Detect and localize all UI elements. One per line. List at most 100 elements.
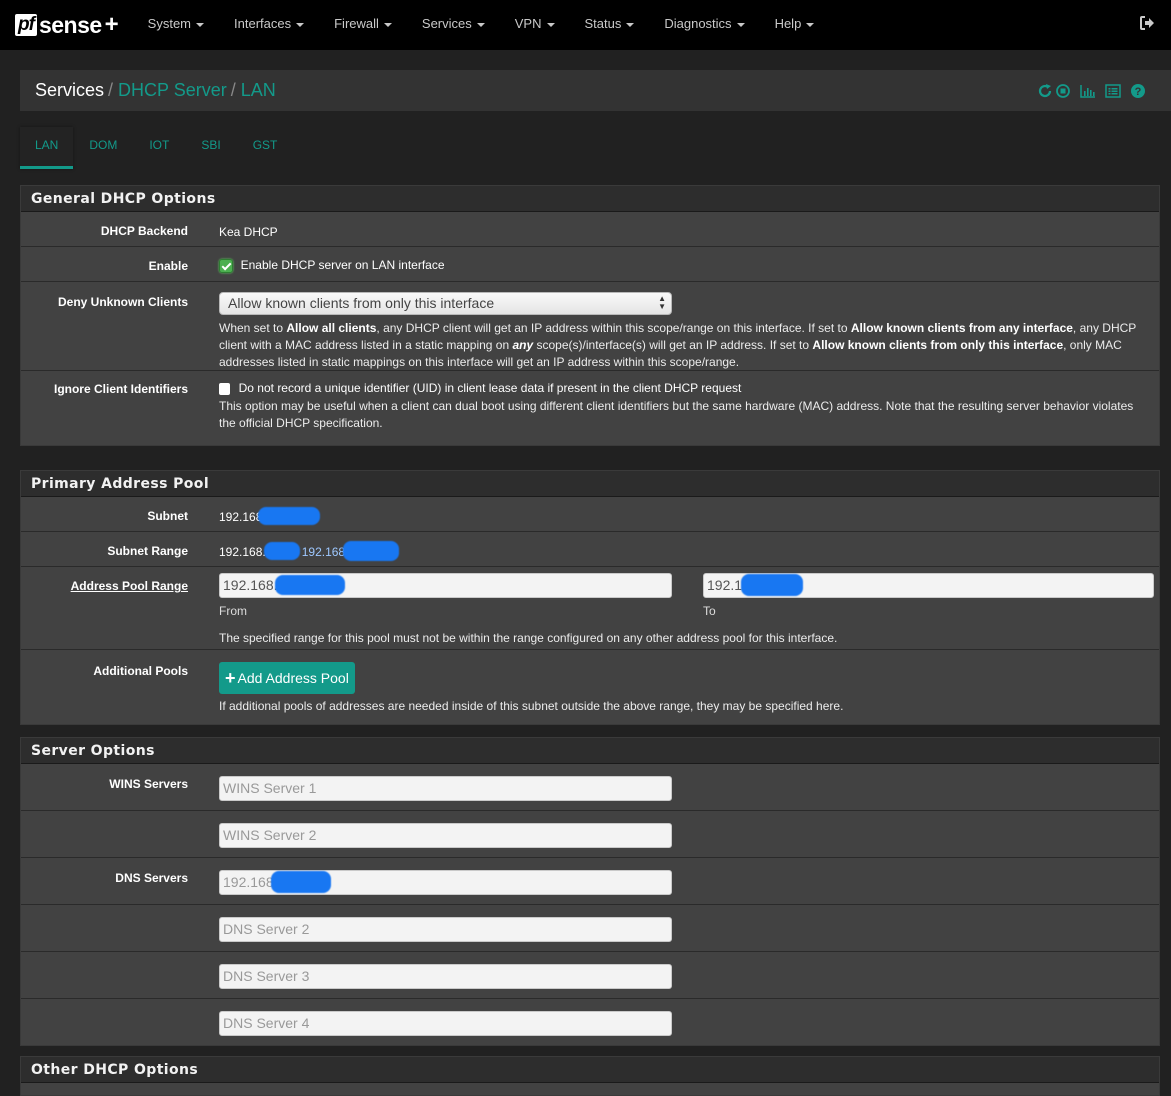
ignore-help-text: This option may be useful when a client … xyxy=(219,399,1134,430)
other-dhcp-options-panel: Other DHCP Options xyxy=(20,1056,1160,1096)
wins-server-2-row: WINS Server 2 xyxy=(21,811,1159,858)
dhcp-backend-row: DHCP Backend Kea DHCP xyxy=(21,212,1159,247)
panel-title: Server Options xyxy=(21,738,1159,764)
ignore-checkbox-label: Do not record a unique identifier (UID) … xyxy=(238,381,742,395)
caret-down-icon xyxy=(546,22,555,27)
button-label: Add Address Pool xyxy=(237,670,349,686)
menu-label: System xyxy=(147,16,192,31)
menu-diagnostics[interactable]: Diagnostics xyxy=(649,0,759,50)
menu-vpn[interactable]: VPN xyxy=(500,0,570,50)
ignore-client-identifiers-row: Ignore Client Identifiers Do not record … xyxy=(21,371,1159,445)
field-label: Subnet xyxy=(147,509,188,523)
caret-down-icon xyxy=(626,22,635,27)
restart-icon[interactable] xyxy=(1037,83,1053,99)
menu-services[interactable]: Services xyxy=(407,0,500,50)
caret-down-icon xyxy=(383,22,392,27)
menu-interfaces[interactable]: Interfaces xyxy=(219,0,319,50)
deny-unknown-clients-select[interactable]: Allow known clients from only this inter… xyxy=(219,292,672,315)
logo-pf: pf xyxy=(15,14,37,36)
to-label: To xyxy=(703,604,716,618)
field-label: WINS Servers xyxy=(109,777,188,791)
logo-plus: + xyxy=(104,11,119,38)
field-label: Enable xyxy=(148,259,188,273)
address-pool-range-row: Address Pool Range 192.168. From 192.168… xyxy=(21,567,1159,650)
breadcrumb: Services / DHCP Server / LAN xyxy=(35,80,276,101)
select-arrows-icon: ▲ ▼ xyxy=(658,294,666,311)
tab-sbi[interactable]: SBI xyxy=(185,127,236,169)
menu-status[interactable]: Status xyxy=(570,0,650,50)
menu-firewall[interactable]: Firewall xyxy=(319,0,407,50)
redaction-mark xyxy=(258,506,321,525)
log-icon[interactable] xyxy=(1105,83,1121,99)
deny-unknown-clients-row: Deny Unknown Clients Allow known clients… xyxy=(21,282,1159,371)
breadcrumb-lan[interactable]: LAN xyxy=(241,80,276,100)
enable-checkbox-label: Enable DHCP server on LAN interface xyxy=(240,258,445,272)
redaction-mark xyxy=(343,540,400,561)
panel-title: Primary Address Pool xyxy=(21,471,1159,497)
caret-down-icon xyxy=(196,22,205,27)
subnet-value: 192.168 xyxy=(219,510,263,524)
subnet-row: Subnet 192.168 xyxy=(21,497,1159,532)
help-icon[interactable]: ? xyxy=(1130,83,1146,99)
field-label: DNS Servers xyxy=(115,871,188,885)
redaction-mark xyxy=(275,575,345,595)
redaction-mark xyxy=(741,574,803,596)
menu-system[interactable]: System xyxy=(133,0,219,50)
add-address-pool-button[interactable]: + Add Address Pool xyxy=(219,662,355,694)
dns-server-4-row: DNS Server 4 xyxy=(21,999,1159,1045)
breadcrumb-services: Services xyxy=(35,80,105,100)
menu-help[interactable]: Help xyxy=(760,0,830,50)
service-action-icons: ? xyxy=(1030,83,1146,99)
enable-row: Enable Enable DHCP server on LAN interfa… xyxy=(21,247,1159,282)
address-pool-range-label[interactable]: Address Pool Range xyxy=(8,579,188,593)
interface-tabs: LAN DOM IOT SBI GST xyxy=(20,127,293,169)
menu-label: VPN xyxy=(514,16,542,31)
panel-title: General DHCP Options xyxy=(21,186,1159,212)
tab-gst[interactable]: GST xyxy=(237,127,294,169)
dns-server-1-row: DNS Servers 192.168 xyxy=(21,858,1159,905)
wins-server-1-input[interactable]: WINS Server 1 xyxy=(219,776,672,801)
redaction-mark xyxy=(263,541,300,560)
menu-label: Firewall xyxy=(334,16,379,31)
wins-server-2-input[interactable]: WINS Server 2 xyxy=(219,823,672,848)
subnet-range-from: 192.168. xyxy=(219,545,266,559)
dhcp-backend-value: Kea DHCP xyxy=(219,225,278,239)
menu-label: Services xyxy=(421,16,472,31)
pool-range-help-text: The specified range for this pool must n… xyxy=(219,631,838,645)
field-label: Subnet Range xyxy=(107,544,188,558)
tab-lan[interactable]: LAN xyxy=(20,127,74,169)
menu-label: Interfaces xyxy=(234,16,292,31)
chart-icon[interactable] xyxy=(1080,83,1096,99)
additional-pools-row: Additional Pools + Add Address Pool If ad… xyxy=(21,650,1159,724)
stop-icon[interactable] xyxy=(1055,83,1071,99)
menu-label: Status xyxy=(584,16,622,31)
deny-help-text: When set to Allow all clients, any DHCP … xyxy=(219,321,1137,369)
enable-checkbox[interactable] xyxy=(219,258,233,273)
top-navbar: pf sense + System Interfaces Firewall Se… xyxy=(0,0,1171,50)
caret-down-icon xyxy=(296,22,305,27)
breadcrumb-dhcp-server[interactable]: DHCP Server xyxy=(118,80,227,100)
additional-pools-help-text: If additional pools of addresses are nee… xyxy=(219,699,844,713)
panel-title: Other DHCP Options xyxy=(21,1057,1159,1083)
field-label: Deny Unknown Clients xyxy=(57,295,188,309)
general-dhcp-options-panel: General DHCP Options DHCP Backend Kea DH… xyxy=(20,185,1160,446)
field-label: Ignore Client Identifiers xyxy=(53,382,188,396)
dns-server-3-input[interactable]: DNS Server 3 xyxy=(219,964,672,989)
tab-dom[interactable]: DOM xyxy=(73,127,133,169)
sign-out-icon[interactable] xyxy=(1139,15,1155,31)
pfsense-logo[interactable]: pf sense + xyxy=(15,0,119,50)
field-label: DHCP Backend xyxy=(100,224,188,238)
svg-text:?: ? xyxy=(1135,86,1142,98)
server-options-panel: Server Options WINS Servers WINS Server … xyxy=(20,737,1160,1046)
ignore-client-identifiers-checkbox[interactable] xyxy=(219,382,230,395)
select-value: Allow known clients from only this inter… xyxy=(228,295,495,311)
dns-server-2-input[interactable]: DNS Server 2 xyxy=(219,917,672,942)
dns-server-4-input[interactable]: DNS Server 4 xyxy=(219,1011,672,1036)
breadcrumb-bar: Services / DHCP Server / LAN ? xyxy=(20,70,1171,111)
logo-sense: sense xyxy=(38,11,102,38)
menu-label: Diagnostics xyxy=(664,16,732,31)
field-label: Additional Pools xyxy=(93,664,188,678)
dns-server-2-row: DNS Server 2 xyxy=(21,905,1159,952)
main-menu: System Interfaces Firewall Services VPN … xyxy=(133,0,830,50)
tab-iot[interactable]: IOT xyxy=(133,127,185,169)
